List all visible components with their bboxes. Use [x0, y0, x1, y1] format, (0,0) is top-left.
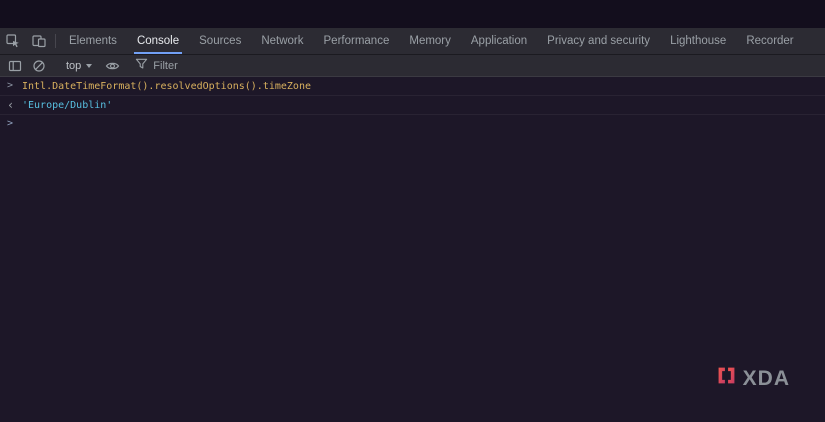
inspect-element-icon[interactable] [0, 28, 26, 54]
live-expression-eye-icon[interactable] [100, 55, 124, 77]
tab-privacy-and-security[interactable]: Privacy and security [537, 28, 660, 54]
console-prompt-row[interactable]: > [0, 115, 825, 133]
devtools-window: Elements Console Sources Network Perform… [0, 0, 825, 422]
xda-watermark: XDA [717, 366, 790, 390]
tab-memory[interactable]: Memory [399, 28, 461, 54]
xda-logo-icon [717, 366, 736, 390]
console-result-row: ‹ 'Europe/Dublin' [0, 96, 825, 115]
tabbar-separator [55, 34, 56, 48]
console-toolbar: top [0, 55, 825, 77]
tab-recorder[interactable]: Recorder [736, 28, 803, 54]
console-command-text: Intl.DateTimeFormat().resolvedOptions().… [22, 81, 311, 92]
prompt-chevron-icon: > [7, 115, 22, 133]
xda-wordmark: XDA [743, 368, 790, 389]
filter-container [131, 57, 287, 75]
tab-elements[interactable]: Elements [59, 28, 127, 54]
context-selector-label: top [66, 60, 81, 72]
console-input-echo-row: > Intl.DateTimeFormat().resolvedOptions(… [0, 77, 825, 96]
context-selector-dropdown[interactable]: top [58, 60, 100, 72]
console-result-value: 'Europe/Dublin' [22, 100, 112, 111]
tab-performance[interactable]: Performance [314, 28, 400, 54]
chevron-down-icon [86, 64, 92, 68]
tab-lighthouse[interactable]: Lighthouse [660, 28, 736, 54]
tab-console[interactable]: Console [127, 28, 189, 54]
tab-application[interactable]: Application [461, 28, 537, 54]
console-messages: > Intl.DateTimeFormat().resolvedOptions(… [0, 77, 825, 133]
result-arrow-icon: ‹ [7, 96, 22, 114]
filter-funnel-icon [135, 57, 148, 75]
devtools-tabs: Elements Console Sources Network Perform… [59, 28, 804, 54]
clear-console-icon[interactable] [27, 55, 51, 77]
console-sidebar-icon[interactable] [3, 55, 27, 77]
input-chevron-icon: > [7, 77, 22, 95]
device-toolbar-icon[interactable] [26, 28, 52, 54]
tab-network[interactable]: Network [251, 28, 313, 54]
filter-input[interactable] [153, 60, 283, 72]
tab-sources[interactable]: Sources [189, 28, 251, 54]
devtools-tabbar: Elements Console Sources Network Perform… [0, 28, 825, 55]
page-top-strip [0, 0, 825, 28]
